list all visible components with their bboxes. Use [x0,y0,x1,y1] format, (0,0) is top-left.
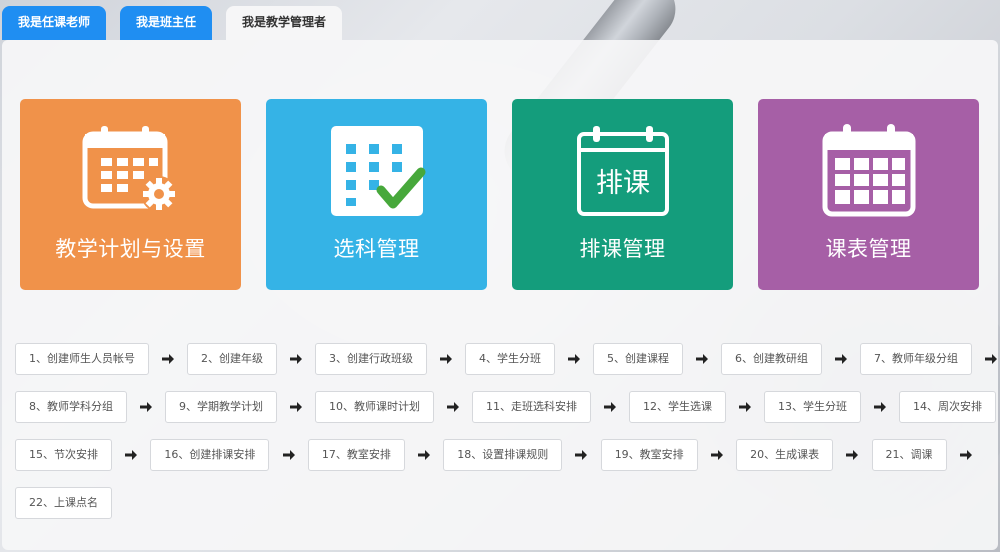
tab-head-teacher[interactable]: 我是班主任 [120,6,213,40]
step-button[interactable]: 5、创建课程 [593,343,683,375]
step-button[interactable]: 10、教师课时计划 [315,391,434,423]
arrow-right-icon [290,354,302,364]
step-button[interactable]: 7、教师年级分组 [860,343,972,375]
card-timetable[interactable]: 课表管理 [758,99,979,290]
steps-row: 8、教师学科分组 9、学期教学计划 10、教师课时计划 11、走班选科安排 12、学生选… [15,390,996,424]
step-button[interactable]: 12、学生选课 [629,391,726,423]
arrow-right-icon [846,450,859,460]
calendar-schedule-icon: 排课 [576,126,669,216]
arrow-right-icon [290,402,302,412]
arrow-right-icon [140,402,152,412]
step-button[interactable]: 21、调课 [871,439,947,471]
calendar-gear-icon [82,126,177,212]
card-label: 选科管理 [333,237,420,261]
arrow-right-icon [604,402,616,412]
calendar-grid-icon [822,124,915,217]
arrow-right-icon [282,450,295,460]
card-scheduling[interactable]: 排课 排课管理 [512,99,733,290]
step-button[interactable]: 2、创建年级 [187,343,277,375]
step-button[interactable]: 20、生成课表 [736,439,834,471]
step-button[interactable]: 3、创建行政班级 [315,343,427,375]
step-button[interactable]: 11、走班选科安排 [472,391,591,423]
steps-row: 15、节次安排 16、创建排课安排 17、教室安排 18、设置排课规则 19、教室安排 2… [15,438,985,472]
card-course-selection[interactable]: 选科管理 [266,99,487,290]
role-tabs: 我是任课老师 我是班主任 我是教学管理者 [0,6,343,40]
step-button[interactable]: 6、创建教研组 [721,343,822,375]
arrow-right-icon [985,354,997,364]
grid-check-icon [330,126,425,216]
step-button[interactable]: 8、教师学科分组 [15,391,127,423]
step-button[interactable]: 1、创建师生人员帐号 [15,343,149,375]
arrow-right-icon [568,354,580,364]
card-label: 课表管理 [825,237,912,261]
step-button[interactable]: 22、上课点名 [15,487,112,519]
card-teaching-plan[interactable]: 教学计划与设置 [20,99,241,290]
step-button[interactable]: 16、创建排课安排 [150,439,270,471]
svg-text:排课: 排课 [596,168,650,199]
step-button[interactable]: 15、节次安排 [15,439,112,471]
step-button[interactable]: 17、教室安排 [307,439,405,471]
arrow-right-icon [696,354,708,364]
arrow-right-icon [710,450,723,460]
tab-teacher[interactable]: 我是任课老师 [2,6,107,40]
steps-row: 1、创建师生人员帐号 2、创建年级 3、创建行政班级 4、学生分班 5、创建课程 6、创建… [15,342,997,376]
card-label: 教学计划与设置 [55,237,206,261]
arrow-right-icon [575,450,588,460]
step-button[interactable]: 13、学生分班 [764,391,861,423]
steps-row: 22、上课点名 [15,486,985,520]
step-button[interactable]: 14、周次安排 [899,391,996,423]
arrow-right-icon [418,450,431,460]
step-button[interactable]: 19、教室安排 [600,439,698,471]
module-cards: 教学计划与设置 选科管理 排课 排课管理 课表管理 [20,99,979,290]
arrow-right-icon [739,402,751,412]
step-button[interactable]: 9、学期教学计划 [165,391,277,423]
step-button[interactable]: 18、设置排课规则 [443,439,563,471]
main-panel: 教学计划与设置 选科管理 排课 排课管理 课表管理 1、创建师生人员帐号 2、创… [2,40,998,550]
arrow-right-icon [162,354,174,364]
tab-teaching-manager[interactable]: 我是教学管理者 [226,6,343,40]
arrow-right-icon [874,402,886,412]
arrow-right-icon [447,402,459,412]
arrow-right-icon [440,354,452,364]
step-button[interactable]: 4、学生分班 [465,343,555,375]
card-label: 排课管理 [579,237,666,261]
workflow-steps: 1、创建师生人员帐号 2、创建年级 3、创建行政班级 4、学生分班 5、创建课程 6、创建… [15,342,997,534]
arrow-right-icon [125,450,138,460]
arrow-right-icon [959,450,972,460]
arrow-right-icon [835,354,847,364]
